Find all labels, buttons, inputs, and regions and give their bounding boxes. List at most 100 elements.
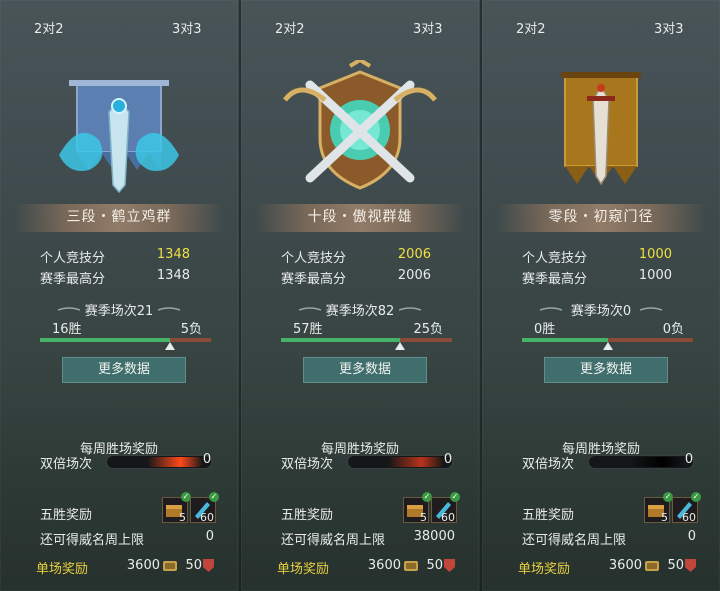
ratio-marker-icon: [603, 342, 613, 350]
personal-score-label: 个人竞技分: [522, 251, 588, 266]
scroll-reward-icon[interactable]: 60 ✓: [190, 492, 219, 524]
double-glow: [147, 457, 203, 467]
claimed-check-icon: ✓: [450, 492, 460, 502]
chest-reward-icon[interactable]: 5 ✓: [162, 492, 191, 524]
mode-tabs: 2对2 3对3: [241, 18, 479, 40]
chest-reward-icon[interactable]: 5 ✓: [403, 492, 432, 524]
rank-card-1: 2对2 3对3 三段・鹤立鸡群 个人竞技分 1348 赛季最高分 1348 赛季…: [0, 0, 238, 591]
single-reward-coins: 3600: [126, 558, 160, 573]
tab-3v3[interactable]: 3对3: [413, 18, 443, 37]
single-reward-honor: 50: [426, 558, 443, 573]
losses-count: 25负: [413, 322, 443, 337]
losses-count: 5负: [180, 322, 202, 337]
brown-banner-sword-icon: [561, 72, 641, 186]
season-best-value: 1000: [638, 268, 672, 283]
right-ornament-icon: [399, 307, 421, 311]
five-win-reward-label: 五胜奖励: [40, 508, 93, 523]
season-best-label: 赛季最高分: [281, 272, 347, 287]
reward-count: 5: [420, 511, 427, 524]
scroll-reward-icon[interactable]: 60 ✓: [431, 492, 460, 524]
double-matches-bar: [347, 455, 453, 469]
season-matches: 赛季场次82: [325, 304, 395, 319]
reward-count: 60: [441, 511, 455, 524]
more-data-button[interactable]: 更多数据: [62, 357, 186, 383]
season-matches: 赛季场次21: [84, 304, 154, 319]
right-ornament-icon: [158, 307, 180, 311]
weekly-cap-label: 还可得威名周上限: [40, 533, 145, 548]
claimed-check-icon: ✓: [691, 492, 701, 502]
weekly-cap-value: 0: [205, 529, 214, 544]
win-loss-bar: [522, 338, 693, 350]
double-matches-bar: [588, 455, 694, 469]
season-best-value: 2006: [397, 268, 431, 283]
ratio-marker-icon: [395, 342, 405, 350]
five-win-reward-label: 五胜奖励: [522, 508, 575, 523]
single-reward-honor: 50: [667, 558, 684, 573]
five-win-reward-label: 五胜奖励: [281, 508, 334, 523]
chest-reward-icon[interactable]: 5 ✓: [644, 492, 673, 524]
ratio-marker-icon: [165, 342, 175, 350]
wins-count: 16胜: [52, 322, 82, 337]
double-glow: [388, 457, 444, 467]
tab-3v3[interactable]: 3对3: [172, 18, 202, 37]
season-matches: 赛季场次0: [570, 304, 632, 319]
personal-score-value: 1000: [638, 247, 672, 262]
double-matches-label: 双倍场次: [281, 457, 334, 472]
more-data-button[interactable]: 更多数据: [544, 357, 668, 383]
double-matches-count: 0: [684, 452, 694, 467]
wins-count: 57胜: [293, 322, 323, 337]
season-best-value: 1348: [156, 268, 190, 283]
arena-rank-panels: 2对2 3对3 三段・鹤立鸡群 个人竞技分 1348 赛季最高分 1348 赛季…: [0, 0, 720, 591]
double-matches-label: 双倍场次: [40, 457, 93, 472]
weekly-cap-label: 还可得威名周上限: [281, 533, 386, 548]
single-reward-coins: 3600: [367, 558, 401, 573]
right-ornament-icon: [640, 307, 662, 311]
claimed-check-icon: ✓: [209, 492, 219, 502]
weekly-cap-label: 还可得威名周上限: [522, 533, 627, 548]
win-fill: [281, 338, 400, 342]
tab-3v3[interactable]: 3对3: [654, 18, 684, 37]
win-loss-bar: [281, 338, 452, 350]
personal-score-label: 个人竞技分: [281, 251, 347, 266]
single-reward-honor: 50: [185, 558, 202, 573]
rank-title: 十段・傲视群雄: [307, 209, 413, 225]
losses-count: 0负: [662, 322, 684, 337]
personal-score-label: 个人竞技分: [40, 251, 106, 266]
double-matches-count: 0: [202, 452, 212, 467]
coin-icon: [645, 561, 659, 571]
more-data-button[interactable]: 更多数据: [303, 357, 427, 383]
personal-score-value: 1348: [156, 247, 190, 262]
rank-title: 零段・初窥门径: [548, 209, 654, 225]
double-matches-label: 双倍场次: [522, 457, 575, 472]
weekly-cap-value: 0: [687, 529, 696, 544]
mode-tabs: 2对2 3对3: [482, 18, 720, 40]
coin-icon: [404, 561, 418, 571]
single-reward-coins: 3600: [608, 558, 642, 573]
season-best-label: 赛季最高分: [40, 272, 106, 287]
rank-card-3: 2对2 3对3 零段・初窥门径 个人竞技分 1000 赛季最高分 1000 赛季…: [482, 0, 720, 591]
scroll-reward-icon[interactable]: 60 ✓: [672, 492, 701, 524]
weekly-cap-value: 38000: [413, 529, 455, 544]
personal-score-value: 2006: [397, 247, 431, 262]
honor-icon: [685, 559, 696, 572]
double-matches-count: 0: [443, 452, 453, 467]
tab-2v2[interactable]: 2对2: [275, 18, 305, 37]
reward-count: 5: [179, 511, 186, 524]
rank-card-2: 2对2 3对3 十段・傲视群雄 个人竞技分 2006 赛季最高分 2006 赛季…: [241, 0, 479, 591]
honor-icon: [444, 559, 455, 572]
honor-icon: [203, 559, 214, 572]
reward-count: 60: [682, 511, 696, 524]
tab-2v2[interactable]: 2对2: [516, 18, 546, 37]
tab-2v2[interactable]: 2对2: [34, 18, 64, 37]
season-best-label: 赛季最高分: [522, 272, 588, 287]
coin-icon: [163, 561, 177, 571]
win-fill: [40, 338, 170, 342]
rank-title: 三段・鹤立鸡群: [66, 209, 172, 225]
double-glow: [629, 457, 685, 467]
reward-count: 60: [200, 511, 214, 524]
wins-count: 0胜: [534, 322, 556, 337]
win-loss-bar: [40, 338, 211, 350]
crossed-swords-shield-icon: [283, 60, 437, 190]
blue-dragon-emblem-icon: [59, 80, 179, 194]
reward-count: 5: [661, 511, 668, 524]
